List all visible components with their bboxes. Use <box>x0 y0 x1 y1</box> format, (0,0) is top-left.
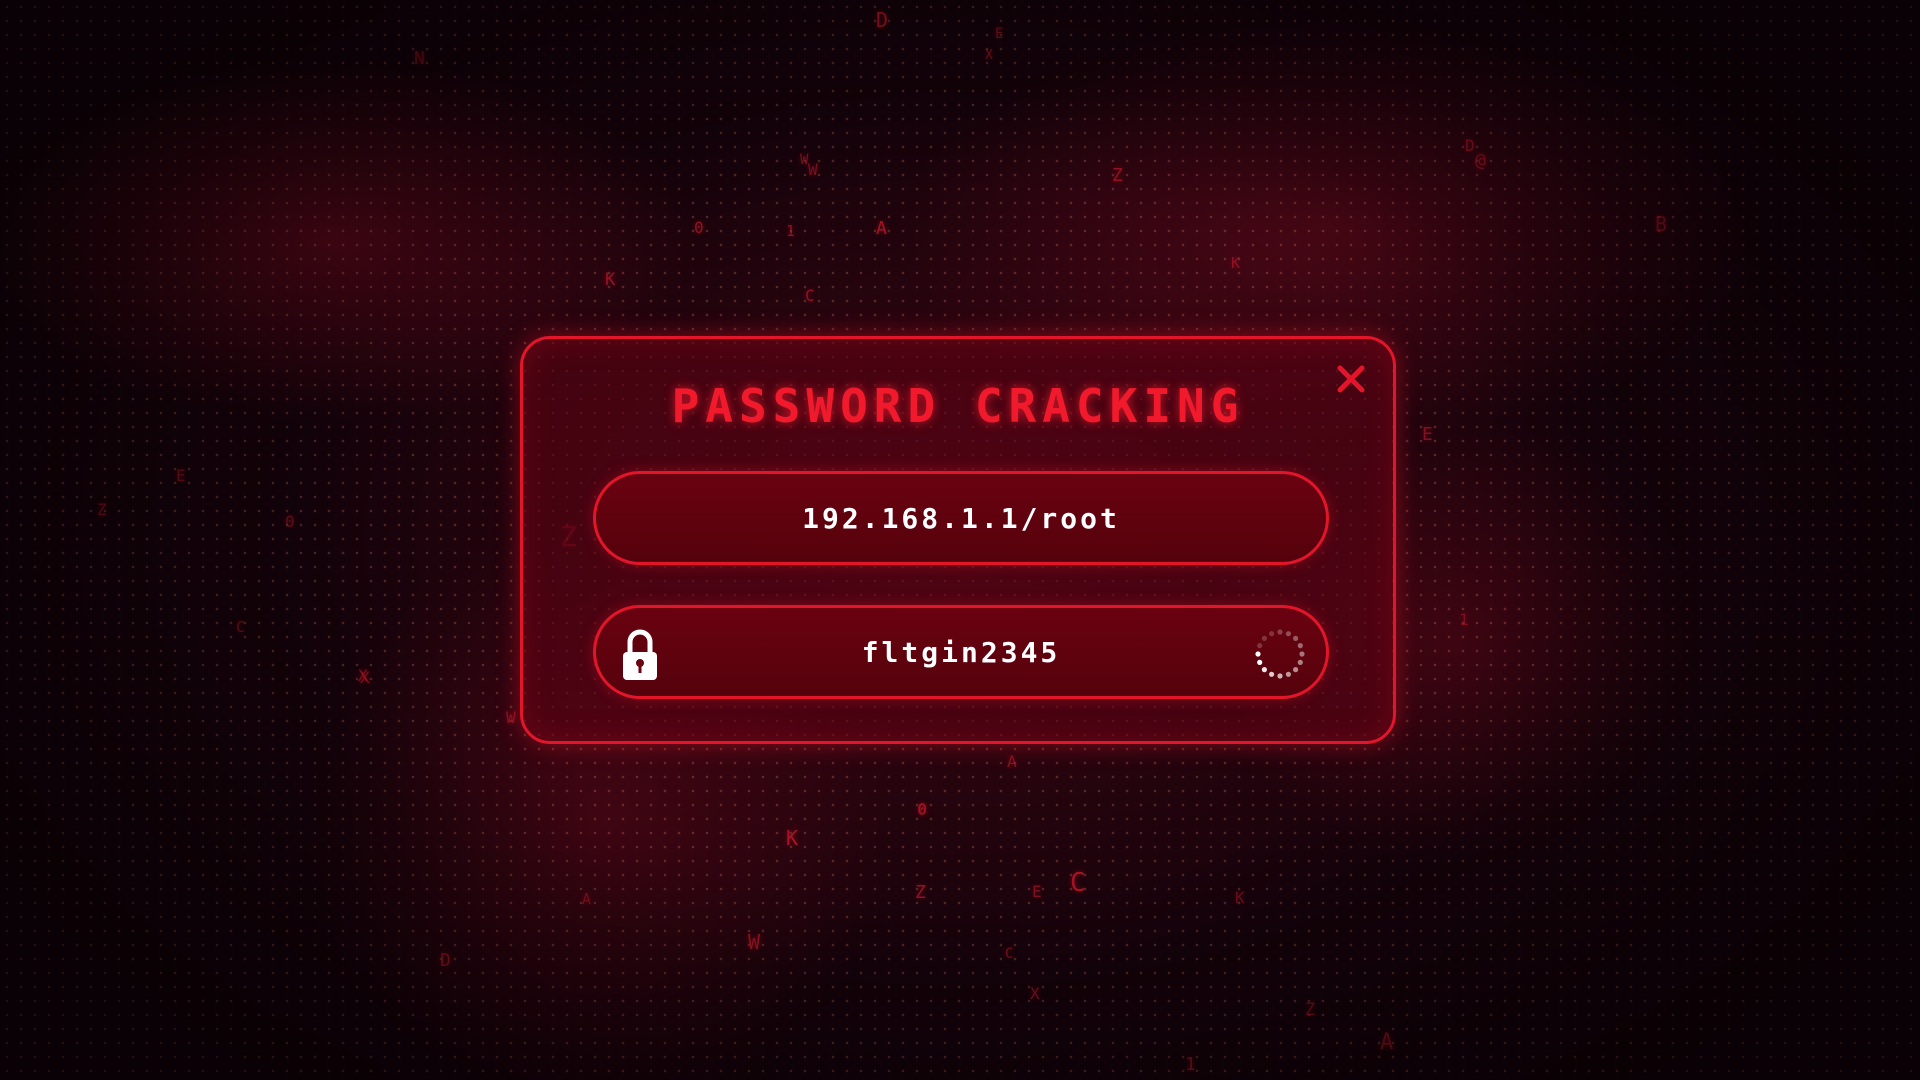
host-field-value: 192.168.1.1/root <box>802 501 1120 535</box>
lock-icon <box>623 629 657 680</box>
password-cracking-dialog: PASSWORD CRACKING 192.168.1.1/root fltgi… <box>520 336 1396 744</box>
close-icon <box>1337 365 1365 393</box>
password-field-value: fltgin2345 <box>861 635 1061 669</box>
password-field[interactable]: fltgin2345 <box>593 605 1329 699</box>
background-stage: D E X N Z W 0 1 A K C @ B E Z 0 X W K C … <box>0 0 1920 1080</box>
dialog-title: PASSWORD CRACKING <box>671 379 1245 433</box>
loading-spinner-icon <box>1255 629 1305 679</box>
host-field[interactable]: 192.168.1.1/root <box>593 471 1329 565</box>
close-button[interactable] <box>1331 359 1371 399</box>
